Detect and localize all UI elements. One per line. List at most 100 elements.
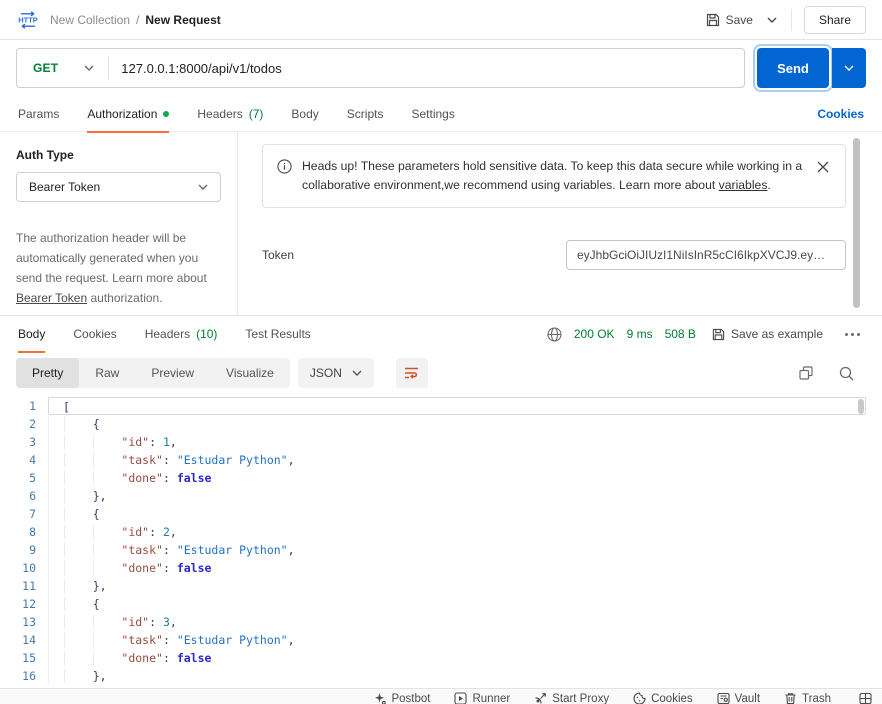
auth-scrollbar-thumb[interactable] [853, 138, 860, 308]
save-button[interactable]: Save [706, 13, 753, 27]
wrap-lines-button[interactable] [396, 358, 428, 388]
save-example-icon [712, 328, 725, 341]
code-line[interactable]: 4 "task": "Estudar Python", [0, 451, 882, 469]
code-text: "task": "Estudar Python", [48, 541, 866, 559]
authorization-active-dot [163, 111, 169, 117]
search-response-icon[interactable] [839, 366, 854, 381]
code-line[interactable]: 1[ [0, 397, 882, 415]
response-tools [799, 366, 866, 381]
token-input[interactable] [566, 240, 846, 270]
cookies-button[interactable]: Cookies [633, 692, 693, 704]
panel-toggle-button[interactable] [859, 692, 872, 704]
code-line[interactable]: 11 }, [0, 577, 882, 595]
code-line[interactable]: 9 "task": "Estudar Python", [0, 541, 882, 559]
response-view-toolbar: Pretty Raw Preview Visualize JSON [0, 352, 882, 394]
tab-scripts[interactable]: Scripts [347, 96, 384, 132]
url-box: GET [16, 48, 745, 88]
code-text: "id": 3, [48, 613, 866, 631]
response-tab-body[interactable]: Body [18, 316, 45, 352]
code-text: "done": false [48, 559, 866, 577]
postbot-button[interactable]: Postbot [373, 692, 430, 704]
breadcrumb-separator: / [136, 13, 139, 27]
save-options-chevron[interactable] [763, 13, 781, 27]
copy-response-icon[interactable] [799, 366, 813, 380]
vault-button[interactable]: Vault [717, 692, 760, 704]
response-more-options-icon[interactable] [841, 329, 864, 340]
tab-headers[interactable]: Headers(7) [197, 96, 263, 132]
request-url-row: GET Send [0, 40, 882, 96]
banner-close-button[interactable] [815, 159, 831, 175]
method-select[interactable]: GET [17, 61, 108, 75]
send-split-button: Send [757, 48, 866, 88]
view-raw[interactable]: Raw [79, 358, 135, 388]
code-text: "task": "Estudar Python", [48, 451, 866, 469]
format-select[interactable]: JSON [298, 358, 374, 388]
code-lines: 1[2 {3 "id": 1,4 "task": "Estudar Python… [0, 397, 882, 685]
bearer-token-link[interactable]: Bearer Token [16, 291, 87, 305]
code-line[interactable]: 10 "done": false [0, 559, 882, 577]
send-button[interactable]: Send [757, 48, 829, 88]
code-line[interactable]: 7 { [0, 505, 882, 523]
response-size[interactable]: 508 B [665, 327, 696, 341]
status-bar: Postbot Runner Start Proxy [0, 688, 882, 704]
variables-link[interactable]: variables [719, 178, 768, 192]
status-badge[interactable]: 200 OK [574, 327, 615, 341]
code-text: "id": 1, [48, 433, 866, 451]
send-options-button[interactable] [832, 48, 866, 88]
code-line[interactable]: 12 { [0, 595, 882, 613]
code-line[interactable]: 3 "id": 1, [0, 433, 882, 451]
banner-text: Heads up! These parameters hold sensitiv… [302, 157, 805, 195]
cookies-link[interactable]: Cookies [817, 107, 864, 121]
line-number: 5 [0, 469, 48, 487]
tab-params[interactable]: Params [18, 96, 59, 132]
code-line[interactable]: 16 }, [0, 667, 882, 685]
info-icon [277, 159, 292, 174]
line-number: 3 [0, 433, 48, 451]
line-number: 16 [0, 667, 48, 685]
view-visualize[interactable]: Visualize [210, 358, 290, 388]
sensitive-data-banner: Heads up! These parameters hold sensitiv… [262, 144, 846, 208]
code-line[interactable]: 6 }, [0, 487, 882, 505]
line-number: 8 [0, 523, 48, 541]
url-input[interactable] [109, 61, 744, 76]
code-line[interactable]: 5 "done": false [0, 469, 882, 487]
postman-app: HTTP New Collection / New Request Save [0, 0, 882, 704]
view-pretty[interactable]: Pretty [16, 358, 79, 388]
line-number: 14 [0, 631, 48, 649]
save-as-example-button[interactable]: Save as example [712, 327, 823, 341]
response-tab-test-results[interactable]: Test Results [245, 316, 310, 352]
runner-button[interactable]: Runner [454, 692, 510, 704]
line-number: 4 [0, 451, 48, 469]
line-number: 2 [0, 415, 48, 433]
response-body-editor[interactable]: 1[2 {3 "id": 1,4 "task": "Estudar Python… [0, 394, 882, 688]
http-request-icon: HTTP [16, 11, 40, 29]
code-line[interactable]: 8 "id": 2, [0, 523, 882, 541]
tab-authorization[interactable]: Authorization [87, 96, 169, 132]
code-text: "done": false [48, 469, 866, 487]
runner-icon [454, 692, 467, 704]
save-icon [706, 13, 720, 27]
code-scrollbar-thumb[interactable] [858, 399, 864, 414]
line-number: 1 [0, 397, 48, 415]
code-text: { [48, 595, 866, 613]
code-line[interactable]: 14 "task": "Estudar Python", [0, 631, 882, 649]
auth-type-label: Auth Type [16, 148, 221, 162]
response-time[interactable]: 9 ms [627, 327, 653, 341]
start-proxy-button[interactable]: Start Proxy [534, 692, 609, 704]
auth-type-select[interactable]: Bearer Token [16, 172, 221, 202]
tab-body[interactable]: Body [291, 96, 318, 132]
response-tab-headers[interactable]: Headers(10) [145, 316, 218, 352]
code-line[interactable]: 15 "done": false [0, 649, 882, 667]
network-globe-icon[interactable] [547, 327, 562, 342]
code-line[interactable]: 13 "id": 3, [0, 613, 882, 631]
breadcrumb-collection[interactable]: New Collection [50, 13, 130, 27]
response-tab-cookies[interactable]: Cookies [73, 316, 116, 352]
code-line[interactable]: 2 { [0, 415, 882, 433]
trash-button[interactable]: Trash [784, 692, 831, 704]
format-value: JSON [310, 366, 342, 380]
tab-settings[interactable]: Settings [411, 96, 454, 132]
share-button[interactable]: Share [804, 6, 866, 34]
headers-count: (7) [249, 107, 264, 121]
view-preview[interactable]: Preview [135, 358, 210, 388]
breadcrumb-request-name[interactable]: New Request [145, 13, 220, 27]
